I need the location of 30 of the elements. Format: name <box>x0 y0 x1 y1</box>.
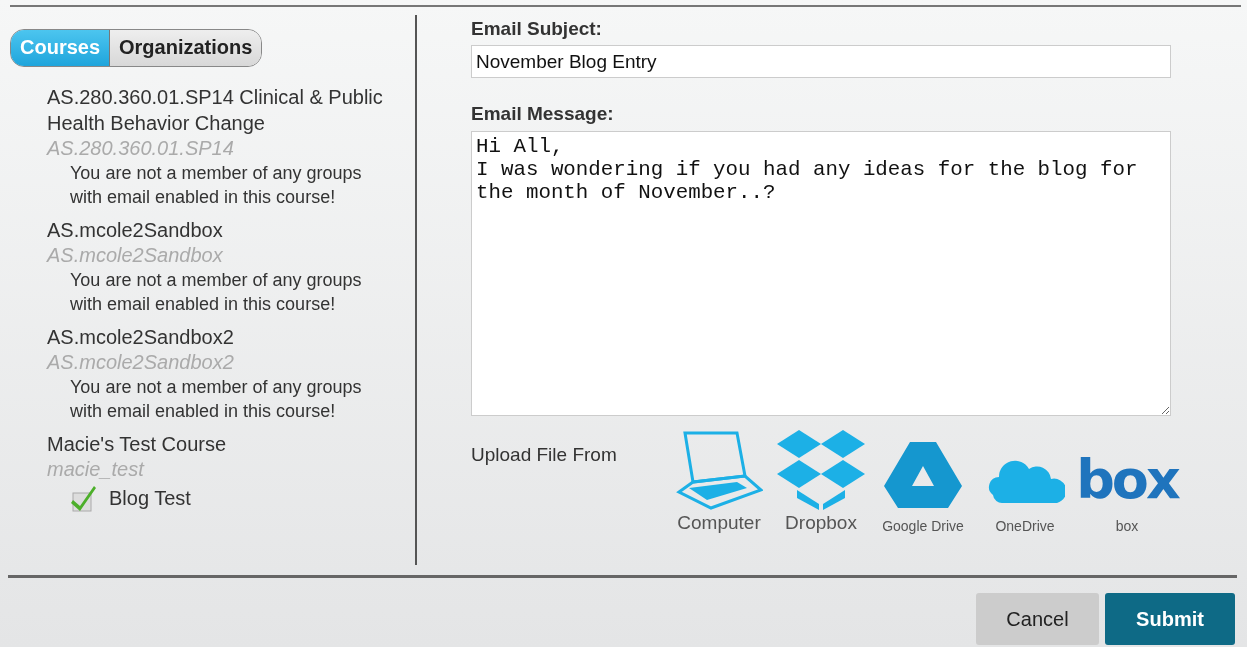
course-notice: You are not a member of any groups with email enabled in this course! <box>69 376 363 423</box>
source-label[interactable]: OneDrive <box>995 518 1055 534</box>
source-label[interactable]: Dropbox <box>785 512 857 534</box>
source-label[interactable]: Google Drive <box>882 518 964 534</box>
submit-button[interactable]: Submit <box>1105 593 1235 645</box>
tab[interactable]: Organizations <box>110 30 262 66</box>
triangle-icon[interactable] <box>884 440 962 510</box>
source-label[interactable]: Computer <box>677 512 761 534</box>
source-label[interactable]: box <box>1115 518 1139 534</box>
open-box-icon[interactable] <box>777 430 865 510</box>
course-title: AS.mcole2Sandbox <box>47 218 224 243</box>
cancel-button[interactable]: Cancel <box>976 593 1099 645</box>
course-notice: You are not a member of any groups with email enabled in this course! <box>69 162 363 209</box>
message-label: Email Message: <box>471 103 615 125</box>
course-title: AS.mcole2Sandbox2 <box>47 325 235 350</box>
checkbox[interactable] <box>71 484 97 512</box>
box-logo[interactable]: box <box>1076 450 1178 510</box>
course-notice: You are not a member of any groups with email enabled in this course! <box>69 269 363 316</box>
course-code: AS.mcole2Sandbox2 <box>47 350 235 375</box>
course-code: macie_test <box>47 457 146 482</box>
message-field[interactable]: Hi All, I was wondering if you had any ideas for the blog for the month of November..? <box>471 131 1171 416</box>
upload-label: Upload File From <box>471 444 618 467</box>
course-code: AS.mcole2Sandbox <box>47 243 224 268</box>
subject-label: Email Subject: <box>471 18 603 40</box>
course-code: AS.280.360.01.SP14 <box>47 136 235 161</box>
group-label: Blog Test <box>109 486 191 510</box>
course-title: AS.280.360.01.SP14 Clinical & Public Health Behavior Change <box>47 85 384 136</box>
course-title: Macie's Test Course <box>47 432 228 457</box>
laptop-icon[interactable] <box>675 430 763 510</box>
subject-field[interactable]: November Blog Entry <box>471 45 1171 78</box>
